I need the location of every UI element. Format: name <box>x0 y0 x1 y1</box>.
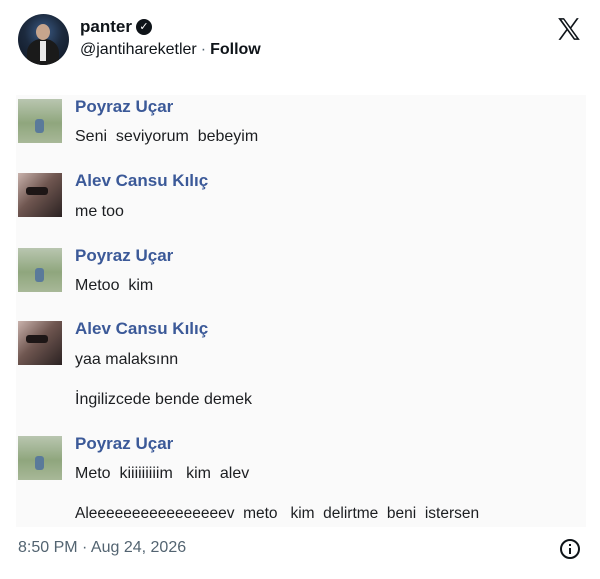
message-sender: Poyraz Uçar <box>75 434 174 453</box>
poyraz-avatar <box>18 99 62 143</box>
author-display-name[interactable]: panter <box>80 17 132 37</box>
message-text: Seni seviyorum bebeyim <box>75 128 259 145</box>
message-sender: Poyraz Uçar <box>75 246 174 265</box>
post-header: panter ✓ @jantihareketler · Follow <box>18 14 588 68</box>
message-text: Aleeeeeeeeeeeeeeeev meto kim delirtme be… <box>75 505 480 522</box>
post-timestamp[interactable]: 8:50 PM · Aug 24, 2026 <box>18 539 186 557</box>
alev-avatar <box>18 173 62 217</box>
message-sender: Poyraz Uçar <box>75 97 174 116</box>
author-avatar[interactable] <box>18 14 69 65</box>
author-handle[interactable]: @jantihareketler <box>80 41 197 58</box>
follow-button[interactable]: Follow <box>210 41 261 58</box>
author-handle-row: @jantihareketler · Follow <box>80 41 261 59</box>
poyraz-avatar <box>18 436 62 480</box>
verified-badge-icon: ✓ <box>135 19 152 35</box>
message-text: Meto kiiiiiiiiim kim alev <box>75 465 250 482</box>
info-icon[interactable] <box>560 539 580 559</box>
message-text: me too <box>75 203 124 220</box>
x-logo-icon[interactable] <box>556 16 582 42</box>
alev-avatar <box>18 321 62 365</box>
message-text: yaa malaksınn <box>75 351 179 368</box>
message-sender: Alev Cansu Kılıç <box>75 171 209 190</box>
message-text: İngilizcede bende demek <box>75 391 253 408</box>
poyraz-avatar <box>18 248 62 292</box>
author-name-row: panter ✓ <box>80 17 152 37</box>
message-sender: Alev Cansu Kılıç <box>75 319 209 338</box>
message-text: Metoo kim <box>75 277 154 294</box>
separator-dot: · <box>200 41 207 58</box>
chat-screenshot: Poyraz Uçar Seni seviyorum bebeyim Alev … <box>16 95 586 527</box>
